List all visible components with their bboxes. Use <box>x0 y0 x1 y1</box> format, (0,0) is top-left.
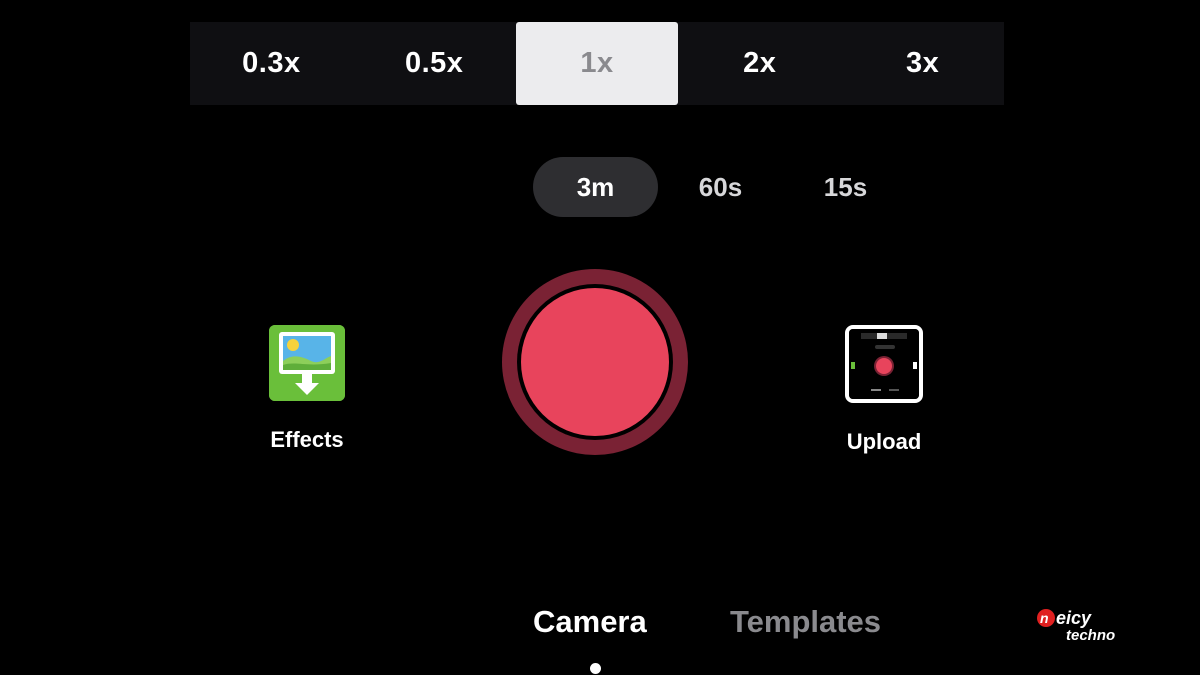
duration-selector: 3m 60s 15s <box>533 157 908 217</box>
speed-selector: 0.3x 0.5x 1x 2x 3x <box>190 22 1004 105</box>
camera-screen: 0.3x 0.5x 1x 2x 3x 3m 60s 15s Effects Up… <box>0 0 1200 675</box>
svg-text:n: n <box>1040 610 1049 626</box>
duration-option-15s[interactable]: 15s <box>783 157 908 217</box>
speed-option-1x[interactable]: 1x <box>515 22 679 105</box>
neicy-techno-logo: n eicy techno <box>1036 606 1160 646</box>
speed-option-3x[interactable]: 3x <box>841 22 1004 105</box>
upload-thumbnail-icon <box>845 325 923 403</box>
speed-option-0-3x[interactable]: 0.3x <box>190 22 353 105</box>
record-ring <box>517 284 673 440</box>
duration-option-60s[interactable]: 60s <box>658 157 783 217</box>
speed-option-2x[interactable]: 2x <box>678 22 841 105</box>
tab-camera[interactable]: Camera <box>533 604 647 640</box>
tab-templates[interactable]: Templates <box>730 604 881 640</box>
svg-text:eicy: eicy <box>1056 608 1092 628</box>
gallery-download-icon <box>269 325 345 401</box>
record-button[interactable] <box>502 269 688 455</box>
active-tab-indicator <box>590 663 601 674</box>
svg-text:techno: techno <box>1066 627 1115 644</box>
speed-option-0-5x[interactable]: 0.5x <box>353 22 516 105</box>
effects-button[interactable]: Effects <box>257 325 357 453</box>
effects-label: Effects <box>270 427 344 452</box>
upload-button[interactable]: Upload <box>834 325 934 455</box>
mode-tabs: Camera Templates <box>0 604 1200 664</box>
upload-label: Upload <box>846 429 922 454</box>
duration-option-3m[interactable]: 3m <box>533 157 658 217</box>
record-icon <box>521 288 669 436</box>
